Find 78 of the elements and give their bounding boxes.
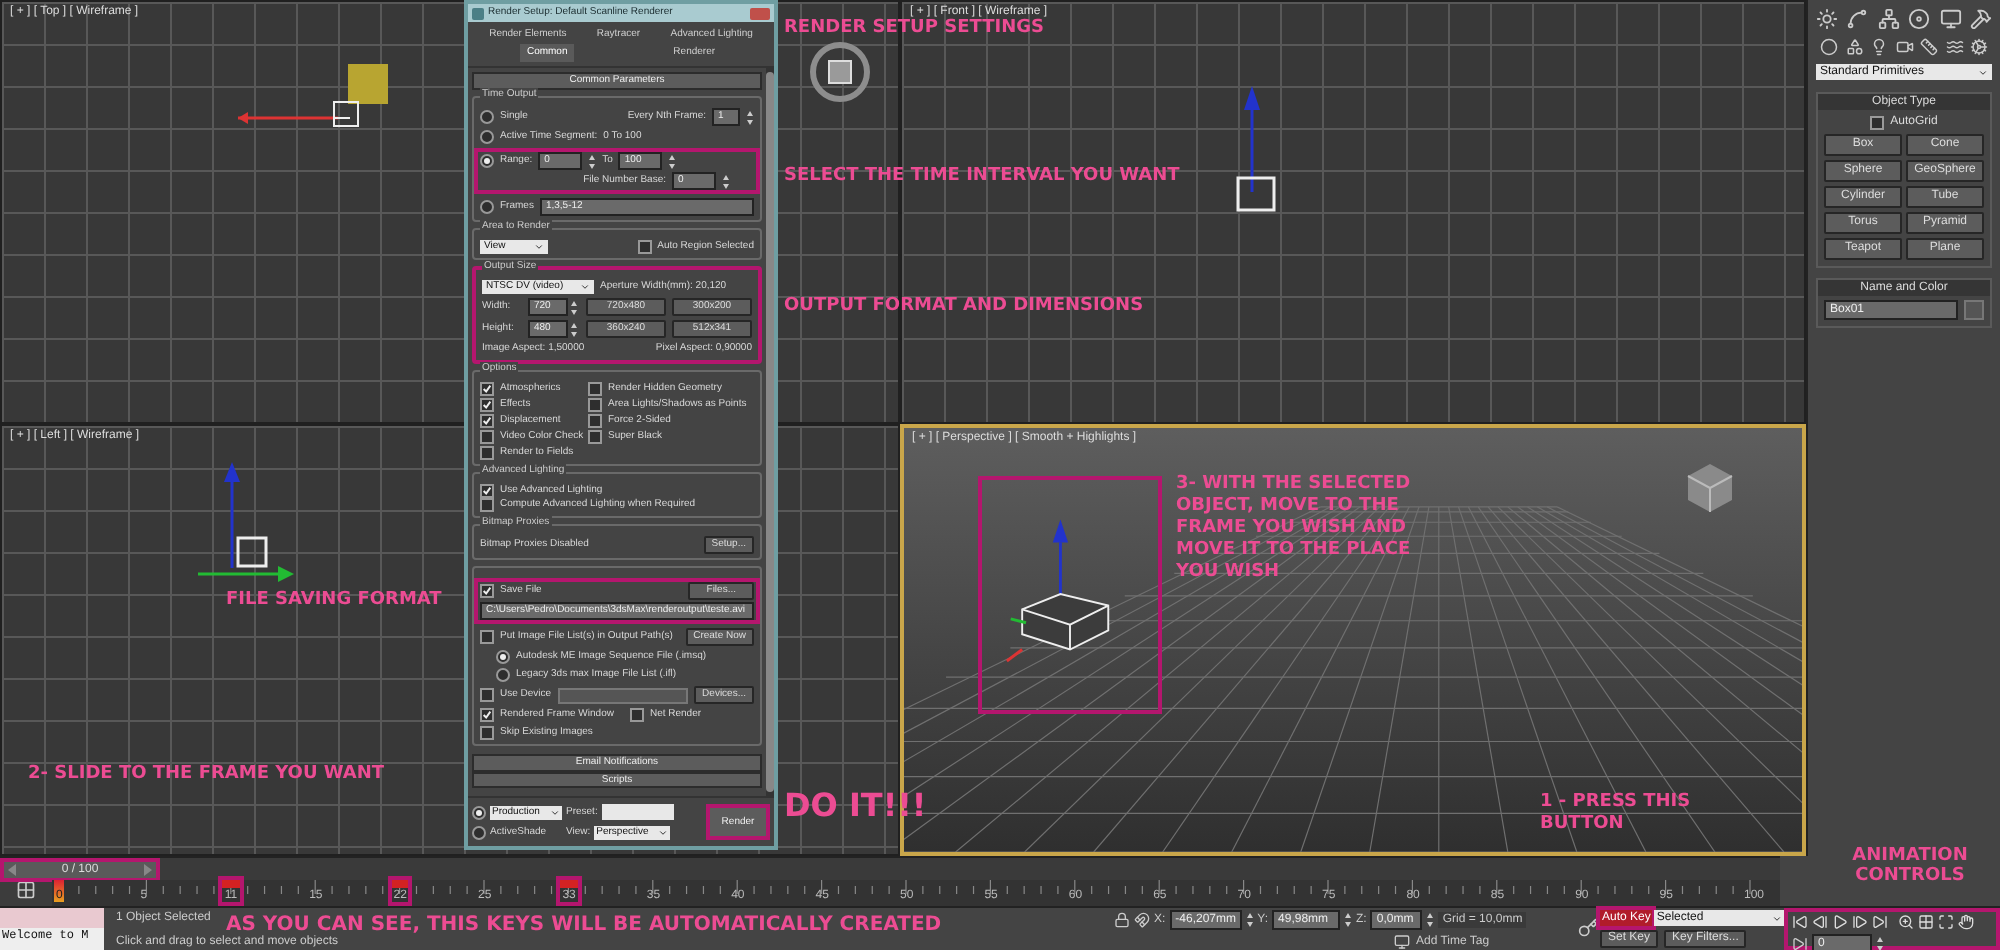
annotation-text: OUTPUT FORMAT AND DIMENSIONS: [784, 294, 1144, 320]
spinner-icon[interactable]: [722, 173, 730, 189]
annotation-text: SELECT THE TIME INTERVAL YOU WANT: [784, 164, 1180, 190]
key-icon[interactable]: [1578, 918, 1598, 938]
annotation-text: 1 - PRESS THIS BUTTON: [1540, 792, 1693, 836]
zoom-all-icon[interactable]: [1918, 914, 1934, 930]
go-to-end-icon[interactable]: [1872, 914, 1888, 930]
caret-icon: [1772, 913, 1782, 923]
annotation-text: 3- WITH THE SELECTED OBJECT, MOVE TO THE FRAME YOU WISH AND MOVE IT TO THE PLACE YOU WISH: [1176, 474, 1412, 584]
play-icon[interactable]: [1832, 914, 1848, 930]
device-field: [557, 687, 689, 703]
curve-icon[interactable]: [1846, 8, 1869, 30]
spinner-icon[interactable]: [1876, 936, 1884, 950]
lightbulb-icon[interactable]: [1870, 38, 1888, 56]
curve-editor-icon[interactable]: [16, 880, 36, 900]
sphere-icon[interactable]: [1820, 38, 1838, 56]
spinner-icon[interactable]: [668, 153, 677, 169]
hierarchy-icon[interactable]: [1877, 8, 1900, 30]
radio-button[interactable]: [480, 154, 494, 168]
disc-icon[interactable]: [1908, 8, 1931, 30]
checkbox[interactable]: [629, 708, 644, 722]
checkbox[interactable]: [588, 430, 602, 444]
render-icon[interactable]: [810, 42, 870, 102]
checkbox[interactable]: [588, 398, 602, 412]
checkbox[interactable]: [480, 498, 494, 512]
radio-button[interactable]: [496, 650, 510, 664]
shapes-icon[interactable]: [1845, 38, 1863, 56]
checkbox[interactable]: [480, 726, 494, 740]
checkbox[interactable]: [588, 414, 602, 428]
checkbox[interactable]: [480, 584, 494, 598]
gear-icon[interactable]: [1970, 38, 1988, 56]
checkbox[interactable]: [1870, 115, 1885, 129]
next-frame-icon[interactable]: [1852, 914, 1868, 930]
checkbox[interactable]: [480, 630, 494, 644]
waves-icon[interactable]: [1945, 38, 1963, 56]
color-swatch[interactable]: [1964, 300, 1984, 320]
go-to-start-icon[interactable]: [1792, 914, 1808, 930]
spinner-icon[interactable]: [588, 153, 597, 169]
checkbox[interactable]: [480, 708, 494, 722]
radio-button[interactable]: [472, 805, 486, 819]
camera-icon[interactable]: [1895, 38, 1913, 56]
spinner-icon[interactable]: [746, 109, 754, 125]
checkbox[interactable]: [588, 382, 602, 396]
checkbox[interactable]: [480, 688, 494, 702]
checkbox[interactable]: [480, 484, 494, 498]
caret-icon: [658, 828, 669, 838]
radio-button[interactable]: [472, 825, 486, 839]
checkbox[interactable]: [480, 430, 494, 444]
radio-button[interactable]: [480, 110, 494, 124]
annotation-text: RENDER SETUP SETTINGS: [784, 18, 1044, 40]
caret-icon: [550, 807, 560, 817]
caret-icon: [1978, 67, 1988, 77]
caret-icon: [580, 282, 590, 292]
maximize-icon[interactable]: [1938, 914, 1954, 930]
checkbox[interactable]: [637, 240, 652, 254]
magnet-icon[interactable]: [1134, 912, 1150, 928]
radio-button[interactable]: [480, 130, 494, 144]
annotation-text: ANIMATION CONTROLS: [1850, 846, 1970, 886]
app-icon: [472, 7, 484, 19]
radio-button[interactable]: [496, 668, 510, 682]
close-button[interactable]: [750, 7, 770, 19]
checkbox[interactable]: [480, 382, 494, 396]
checkbox[interactable]: [480, 398, 494, 412]
checkbox[interactable]: [480, 414, 494, 428]
zoom-icon[interactable]: [1898, 914, 1914, 930]
checkbox[interactable]: [480, 446, 494, 460]
caret-icon: [534, 242, 544, 252]
pan-icon[interactable]: [1958, 914, 1974, 930]
hammer-icon[interactable]: [1969, 8, 1992, 30]
annotation-text: FILE SAVING FORMAT: [226, 588, 442, 614]
sun-icon[interactable]: [1816, 8, 1838, 30]
previous-frame-icon[interactable]: [1812, 914, 1828, 930]
ruler-icon[interactable]: [1920, 38, 1938, 56]
annotation-text: 2- SLIDE TO THE FRAME YOU WANT: [28, 762, 385, 788]
radio-button[interactable]: [480, 200, 494, 214]
monitor-icon[interactable]: [1939, 8, 1962, 30]
listener-input[interactable]: [0, 908, 104, 928]
lock-icon[interactable]: [1114, 912, 1130, 928]
